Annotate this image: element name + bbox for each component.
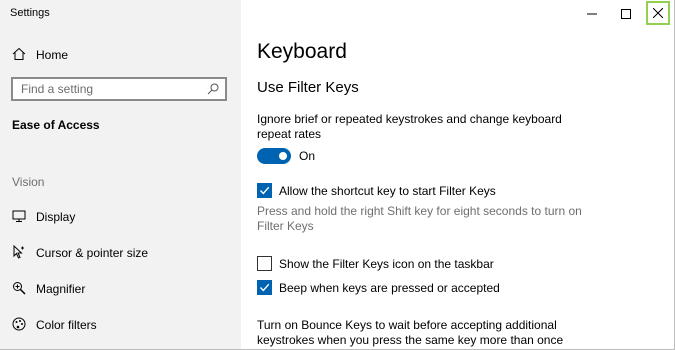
shortcut-hint: Press and hold the right Shift key for e… xyxy=(257,204,582,233)
maximize-button[interactable] xyxy=(609,0,643,28)
sidebar-item-color-filters[interactable]: Color filters xyxy=(0,311,241,339)
checkmark-icon xyxy=(259,186,270,195)
filter-keys-toggle[interactable] xyxy=(257,148,291,164)
magnifier-icon xyxy=(11,280,27,296)
sidebar-item-label: Magnifier xyxy=(36,282,86,296)
search-field[interactable] xyxy=(11,77,227,101)
checkmark-icon xyxy=(259,283,270,292)
search-icon[interactable] xyxy=(206,82,220,96)
main-content: Keyboard Use Filter Keys Ignore brief or… xyxy=(241,0,674,349)
bounce-keys-description: Turn on Bounce Keys to wait before accep… xyxy=(257,318,564,347)
minimize-button[interactable] xyxy=(575,0,609,28)
shortcut-key-checkbox[interactable] xyxy=(257,183,272,198)
sidebar-item-label: Cursor & pointer size xyxy=(36,246,149,260)
sidebar: Settings Home Ease of Access Vision Disp… xyxy=(0,0,241,349)
minimize-icon xyxy=(587,13,597,15)
sidebar-item-home[interactable]: Home xyxy=(0,41,241,69)
beep-checkbox[interactable] xyxy=(257,280,272,295)
sidebar-item-label: Home xyxy=(36,48,69,62)
checkbox-label: Show the Filter Keys icon on the taskbar xyxy=(279,256,494,271)
close-button[interactable] xyxy=(646,1,670,25)
close-icon xyxy=(653,8,663,18)
color-filters-icon xyxy=(11,316,27,332)
sidebar-item-magnifier[interactable]: Magnifier xyxy=(0,275,241,303)
cursor-icon xyxy=(11,244,27,260)
taskbar-icon-checkbox[interactable] xyxy=(257,256,272,271)
checkbox-row-shortcut-key[interactable]: Allow the shortcut key to start Filter K… xyxy=(257,183,496,198)
checkbox-label: Beep when keys are pressed or accepted xyxy=(279,280,500,295)
filter-keys-description: Ignore brief or repeated keystrokes and … xyxy=(257,112,562,141)
sidebar-item-cursor-pointer-size[interactable]: Cursor & pointer size xyxy=(0,239,241,267)
monitor-icon xyxy=(11,208,27,224)
checkbox-row-taskbar-icon[interactable]: Show the Filter Keys icon on the taskbar xyxy=(257,256,494,271)
filter-keys-toggle-row: On xyxy=(257,148,315,164)
sidebar-item-display[interactable]: Display xyxy=(0,203,241,231)
section-subtitle: Use Filter Keys xyxy=(257,79,359,96)
sidebar-item-label: Display xyxy=(36,210,76,224)
home-icon xyxy=(11,46,27,62)
checkbox-row-beep[interactable]: Beep when keys are pressed or accepted xyxy=(257,280,500,295)
settings-window: Settings Home Ease of Access Vision Disp… xyxy=(0,0,675,350)
checkbox-label: Allow the shortcut key to start Filter K… xyxy=(279,183,496,198)
window-controls xyxy=(575,0,674,28)
search-input[interactable] xyxy=(21,82,201,96)
page-title: Keyboard xyxy=(257,40,347,63)
sidebar-item-label: Color filters xyxy=(36,318,97,332)
category-heading: Ease of Access xyxy=(12,118,100,132)
section-label-vision: Vision xyxy=(12,175,45,189)
app-title: Settings xyxy=(10,7,50,19)
maximize-icon xyxy=(621,9,631,19)
toggle-state-label: On xyxy=(299,149,316,163)
toggle-knob xyxy=(279,152,287,160)
